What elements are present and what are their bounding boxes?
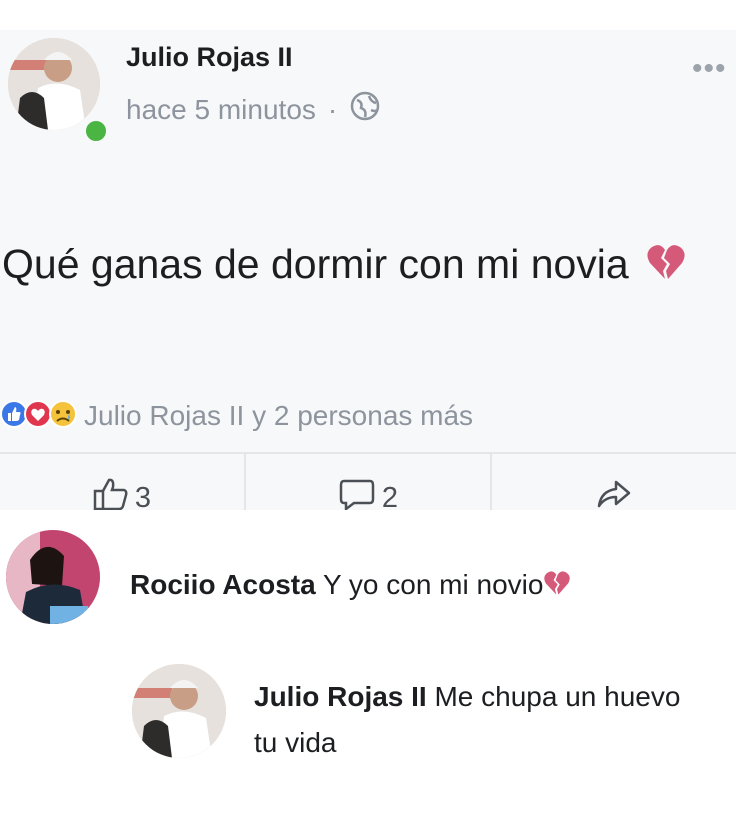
post-text: Qué ganas de dormir con mi novia — [2, 241, 629, 287]
more-options-icon[interactable]: ••• — [692, 52, 727, 86]
post-body: Qué ganas de dormir con mi novia — [2, 226, 722, 305]
post-author-name[interactable]: Julio Rojas II — [126, 42, 293, 73]
comment-author[interactable]: Rociio Acosta — [130, 569, 316, 600]
sad-reaction-icon — [48, 399, 78, 434]
comment-2: Julio Rojas II Me chupa un huevo tu vida — [254, 674, 704, 766]
commenter-avatar[interactable] — [6, 530, 100, 624]
meta-separator: · — [327, 93, 338, 125]
broken-heart-icon — [543, 564, 571, 610]
post-card: Julio Rojas II hace 5 minutos · ••• Qué … — [0, 30, 736, 542]
reactions-row[interactable]: Julio Rojas II y 2 personas más — [0, 396, 473, 436]
comment-1: Rociio Acosta Y yo con mi novio — [130, 562, 571, 610]
online-status-icon — [83, 118, 109, 144]
broken-heart-icon — [646, 229, 686, 305]
comment-body: Y yo con mi novio — [322, 569, 544, 600]
post-meta: hace 5 minutos · — [126, 90, 381, 129]
author-avatar[interactable] — [8, 38, 100, 130]
reply-author[interactable]: Julio Rojas II — [254, 681, 427, 712]
post-timestamp[interactable]: hace 5 minutos — [126, 94, 316, 126]
reaction-summary-text[interactable]: Julio Rojas II y 2 personas más — [84, 400, 473, 432]
reply-author-avatar[interactable] — [132, 664, 226, 758]
comments-section: Rociio Acosta Y yo con mi novio Julio Ro… — [0, 510, 736, 790]
globe-icon — [349, 90, 381, 129]
